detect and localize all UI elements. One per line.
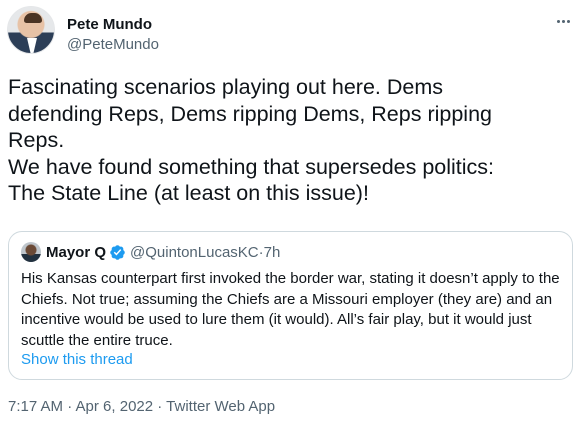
- quoted-tweet[interactable]: Mayor Q @QuintonLucasKC · 7h His Kansas …: [8, 231, 573, 380]
- author-avatar[interactable]: [7, 6, 55, 54]
- quoted-author-avatar[interactable]: [21, 242, 41, 262]
- tweet-meta: 7:17 AM · Apr 6, 2022 · Twitter Web App: [8, 398, 276, 415]
- more-icon[interactable]: [552, 12, 574, 30]
- quoted-author-name[interactable]: Mayor Q: [46, 244, 106, 261]
- verified-icon: [110, 244, 125, 260]
- author-name[interactable]: Pete Mundo: [67, 16, 152, 33]
- avatar-shirt: [27, 38, 37, 53]
- author-handle[interactable]: @PeteMundo: [67, 36, 159, 53]
- quoted-tweet-header: Mayor Q @QuintonLucasKC · 7h: [21, 242, 280, 262]
- show-thread-link[interactable]: Show this thread: [21, 351, 133, 368]
- avatar-hair: [24, 13, 42, 23]
- quoted-author-handle[interactable]: @QuintonLucasKC: [130, 244, 259, 261]
- tweet-header: Pete Mundo @PeteMundo: [7, 6, 578, 62]
- tweet-text: Fascinating scenarios playing out here. …: [8, 75, 495, 205]
- quoted-timestamp[interactable]: 7h: [264, 244, 281, 261]
- quoted-tweet-text: His Kansas counterpart first invoked the…: [21, 270, 560, 349]
